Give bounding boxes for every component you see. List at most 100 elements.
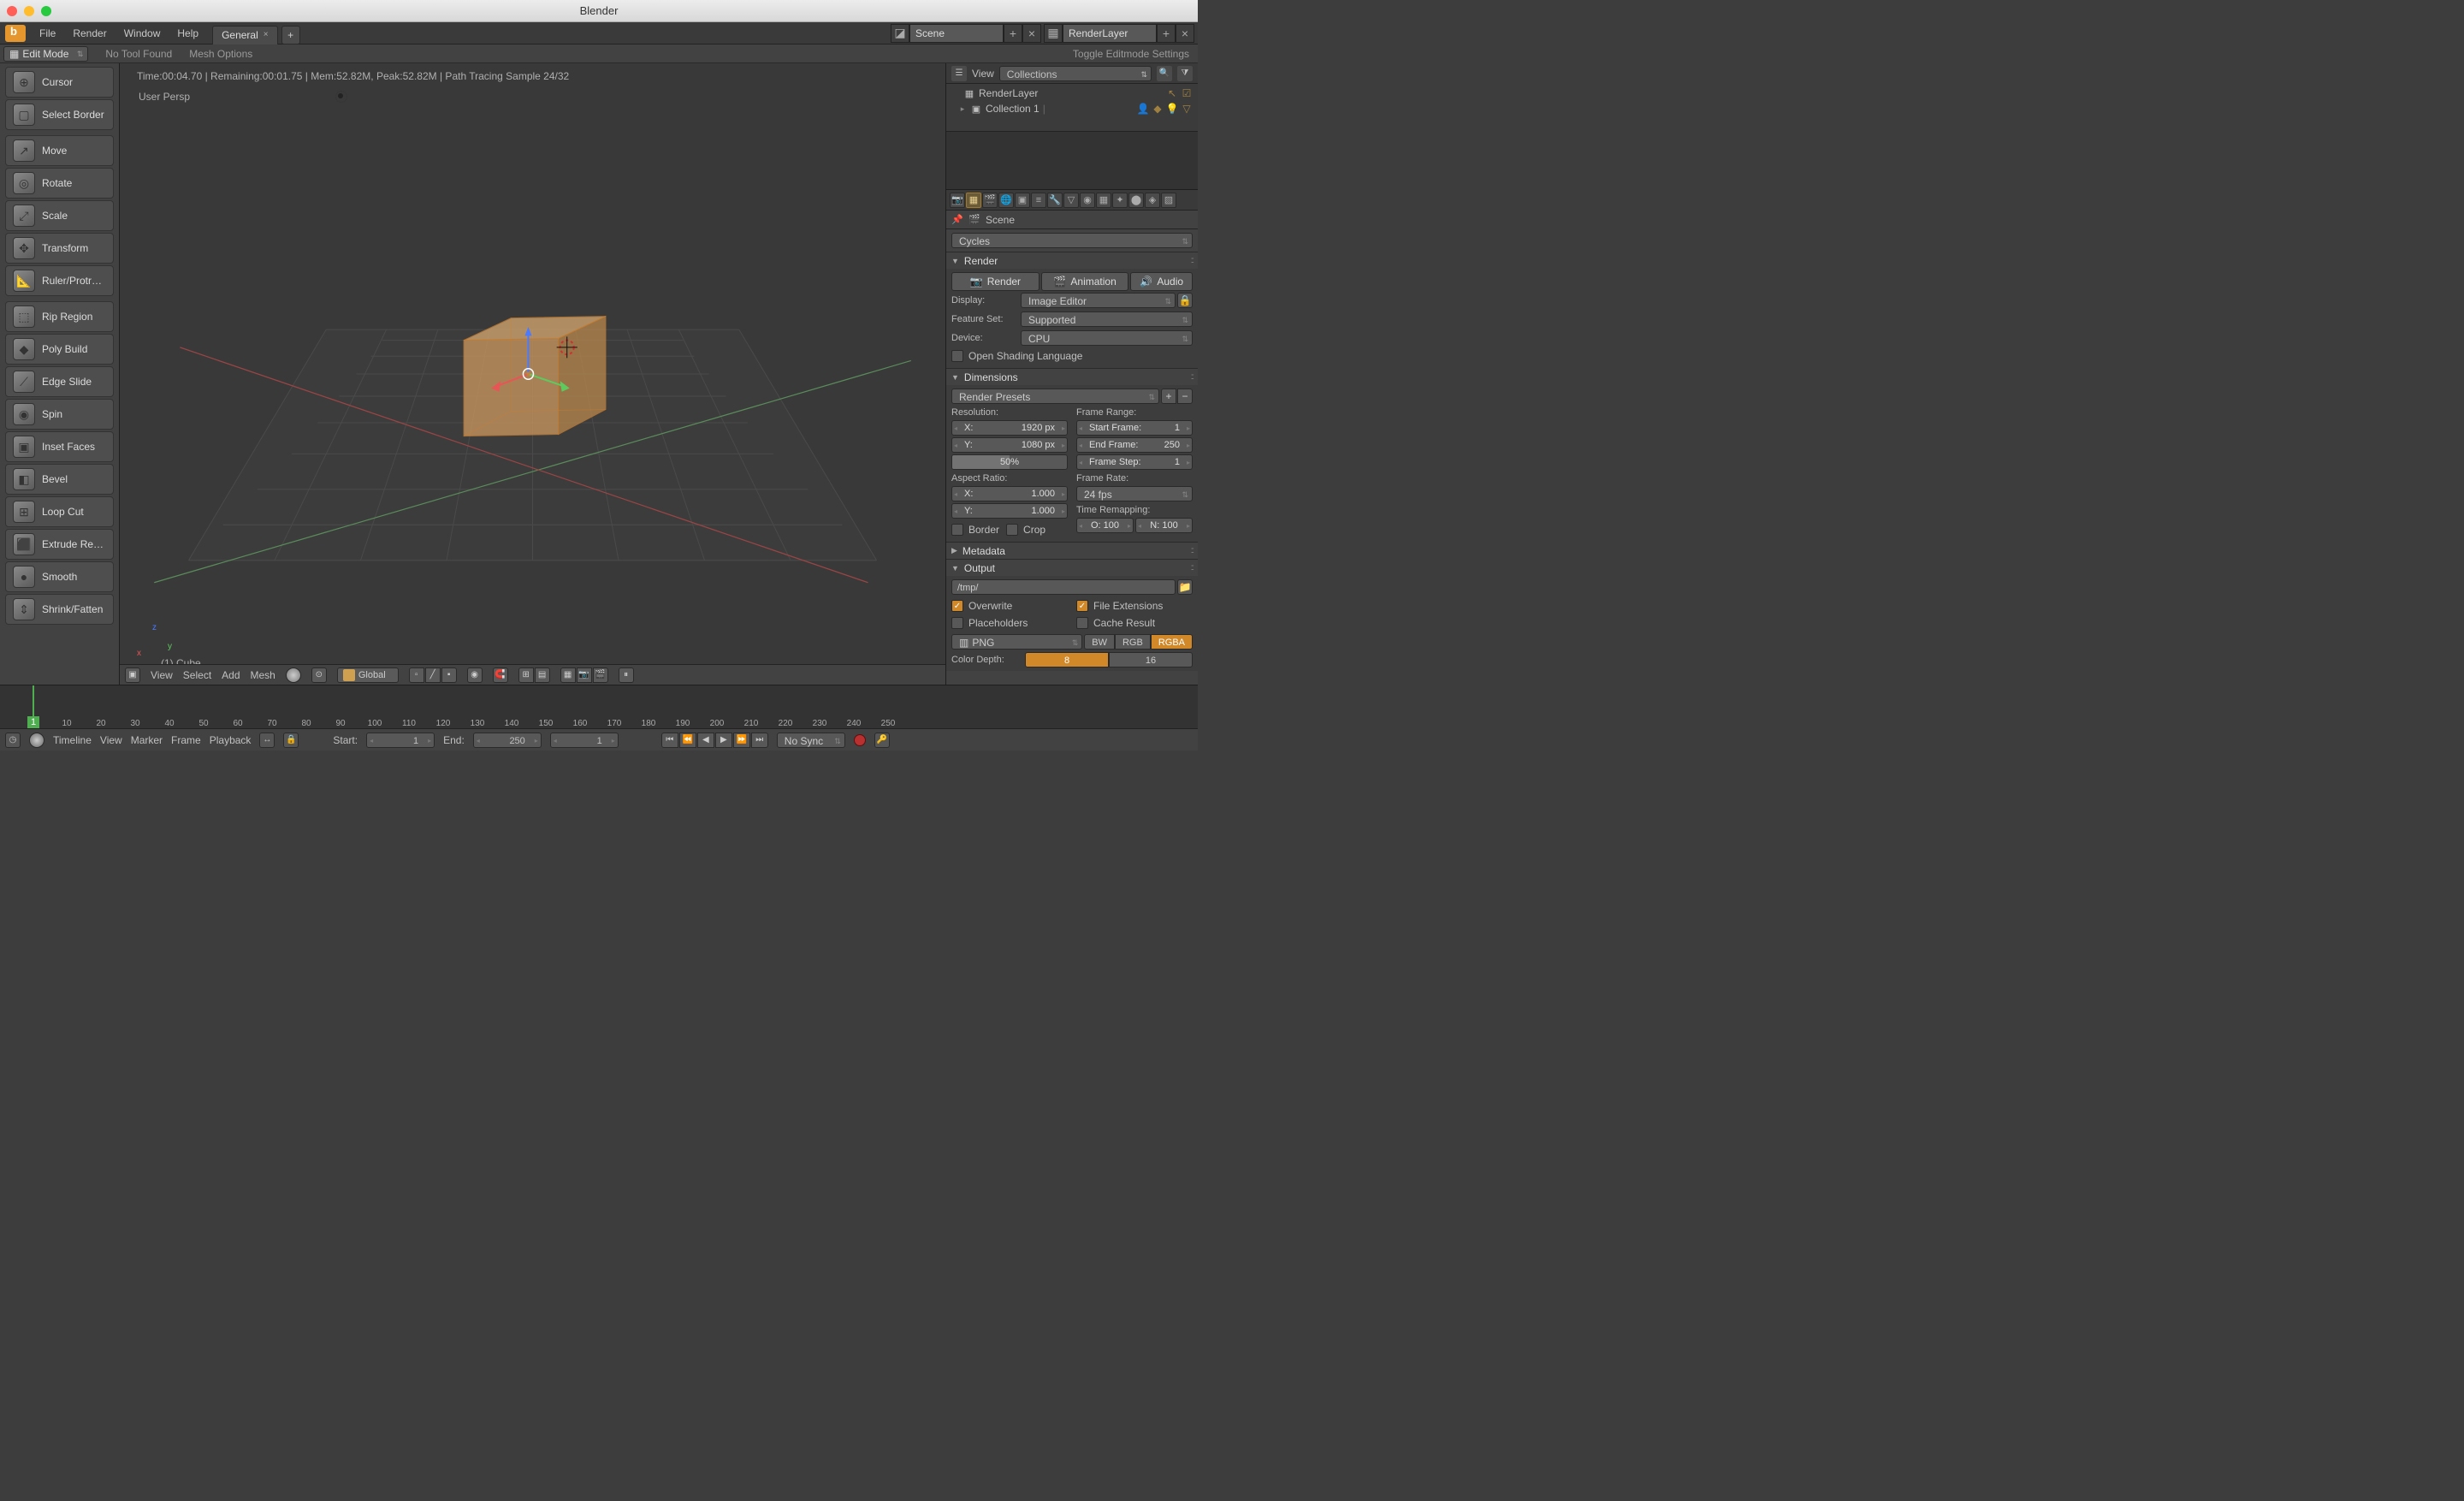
timeline-ruler[interactable]: 1 10203040506070809010011012013014015016… [0, 685, 1198, 728]
current-frame-field[interactable]: 1 [550, 733, 619, 748]
timeline-sphere-icon[interactable] [29, 733, 44, 748]
tool-transform[interactable]: ✥Transform [5, 233, 114, 264]
rgb-button[interactable]: RGB [1115, 634, 1151, 650]
tool-extrude-region[interactable]: ⬛Extrude Region [5, 529, 114, 560]
play-reverse-button[interactable]: ◀ [697, 733, 714, 748]
jump-start-button[interactable]: ⏮ [661, 733, 678, 748]
tl-menu-frame[interactable]: Frame [171, 734, 201, 746]
tool-ruler-protrac[interactable]: 📐Ruler/Protrac... [5, 265, 114, 296]
res-y-field[interactable]: Y:1080 px [951, 437, 1068, 453]
tool-rotate[interactable]: ◎Rotate [5, 168, 114, 199]
tl-menu-playback[interactable]: Playback [210, 734, 252, 746]
current-frame-flag[interactable]: 1 [27, 716, 39, 728]
tab-modifiers-icon[interactable]: 🔧 [1047, 193, 1063, 208]
folder-browse-icon[interactable]: 📁 [1177, 579, 1193, 595]
restrict-toggle-icon[interactable]: ☑ [1181, 87, 1193, 99]
scene-add-button[interactable]: + [1004, 24, 1022, 43]
placeholders-checkbox[interactable] [951, 617, 963, 629]
panel-output-header[interactable]: ▼Output::: [946, 559, 1198, 576]
timeline-editor-icon[interactable]: ◷ [5, 733, 21, 748]
mesh-options-menu[interactable]: Mesh Options [189, 48, 252, 60]
scene-browse-icon[interactable]: ◪ [891, 24, 909, 43]
scene-selector[interactable]: ◪ Scene + × [891, 24, 1041, 43]
tab-world-icon[interactable]: 🌐 [998, 193, 1014, 208]
panel-dimensions-header[interactable]: ▼Dimensions::: [946, 368, 1198, 385]
visibility-icon[interactable]: 👤 [1137, 103, 1149, 115]
aspect-x-field[interactable]: X:1.000 [951, 486, 1068, 501]
tab-material-icon[interactable]: ◉ [1080, 193, 1095, 208]
layer-delete-button[interactable]: × [1176, 24, 1194, 43]
outliner-row-renderlayer[interactable]: ▦ RenderLayer ↖☑ [950, 86, 1194, 101]
sync-dropdown[interactable]: No Sync [777, 733, 845, 748]
tab-renderlayers-icon[interactable]: ▦ [966, 193, 981, 208]
pause-icon[interactable]: ⏸ [619, 667, 634, 683]
pin-icon[interactable]: 📌 [951, 214, 963, 226]
tool-smooth[interactable]: ●Smooth [5, 561, 114, 592]
cache-checkbox[interactable] [1076, 617, 1088, 629]
tab-particles-icon[interactable]: ✦ [1112, 193, 1128, 208]
keyframe-next-button[interactable]: ⏩ [733, 733, 750, 748]
tool-rip-region[interactable]: ⬚Rip Region [5, 301, 114, 332]
jump-end-button[interactable]: ⏭ [751, 733, 768, 748]
bw-button[interactable]: BW [1084, 634, 1115, 650]
device-dropdown[interactable]: CPU [1021, 330, 1193, 346]
render-engine-dropdown[interactable]: Cycles [951, 233, 1193, 248]
frame-step-field[interactable]: Frame Step:1 [1076, 454, 1193, 470]
viewport-visible-icon[interactable]: 💡 [1166, 103, 1178, 115]
window-minimize-button[interactable] [24, 6, 34, 16]
3d-viewport[interactable]: Time:00:04.70 | Remaining:00:01.75 | Mem… [120, 63, 945, 685]
tool-select-border[interactable]: ▢Select Border [5, 99, 114, 130]
toggle-editmode-settings[interactable]: Toggle Editmode Settings [1073, 48, 1198, 60]
window-close-button[interactable] [7, 6, 17, 16]
play-button[interactable]: ▶ [715, 733, 732, 748]
outliner-editor-icon[interactable]: ☰ [951, 66, 967, 81]
tool-move[interactable]: ↗Move [5, 135, 114, 166]
menu-render[interactable]: Render [64, 22, 115, 44]
render-visible-icon[interactable]: ▽ [1181, 103, 1193, 115]
mode-dropdown[interactable]: ▦Edit Mode [3, 46, 88, 62]
vertex-select-icon[interactable]: ▫ [409, 667, 424, 683]
remap-new-field[interactable]: N: 100 [1135, 518, 1193, 533]
crop-checkbox[interactable] [1006, 524, 1018, 536]
display-dropdown[interactable]: Image Editor [1021, 293, 1176, 308]
render-icon[interactable]: 🎬 [593, 667, 608, 683]
tl-menu-view[interactable]: View [100, 734, 122, 746]
start-frame-field[interactable]: 1 [366, 733, 435, 748]
tool-bevel[interactable]: ◧Bevel [5, 464, 114, 495]
keyframe-prev-button[interactable]: ⏪ [679, 733, 696, 748]
tool-shrink-fatten[interactable]: ⇕Shrink/Fatten [5, 594, 114, 625]
layer-icon[interactable]: ▦ [560, 667, 576, 683]
layer-browse-icon[interactable]: ▦ [1044, 24, 1063, 43]
tool-scale[interactable]: ⤢Scale [5, 200, 114, 231]
layer-add-button[interactable]: + [1157, 24, 1176, 43]
tab-constraints-icon[interactable]: ≡ [1031, 193, 1046, 208]
selectable-icon[interactable]: ◆ [1152, 103, 1164, 115]
start-frame-field[interactable]: Start Frame:1 [1076, 420, 1193, 436]
lock-range-icon[interactable]: 🔒 [283, 733, 299, 748]
overlay-toggle-icon[interactable]: ⊞ [518, 667, 534, 683]
res-percent-slider[interactable]: 50% [951, 454, 1068, 470]
end-frame-field[interactable]: 250 [473, 733, 542, 748]
render-button[interactable]: 📷Render [951, 272, 1040, 291]
menu-window[interactable]: Window [116, 22, 169, 44]
mesh-select-mode[interactable]: ▫ ╱ ▪ [409, 667, 457, 683]
menu-file[interactable]: File [31, 22, 64, 44]
rgba-button[interactable]: RGBA [1151, 634, 1193, 650]
overwrite-checkbox[interactable]: ✓ [951, 600, 963, 612]
tab-texture-icon[interactable]: ▦ [1096, 193, 1111, 208]
outliner-row-collection[interactable]: ▸▣ Collection 1 | 👤 ◆ 💡 ▽ [950, 101, 1194, 116]
proportional-edit-icon[interactable]: ◉ [467, 667, 483, 683]
cursor-icon[interactable]: ↖ [1166, 87, 1178, 99]
tool-inset-faces[interactable]: ▣Inset Faces [5, 431, 114, 462]
render-presets-dropdown[interactable]: Render Presets [951, 389, 1159, 404]
shading-sphere-icon[interactable] [286, 667, 301, 683]
tool-loop-cut[interactable]: ⊞Loop Cut [5, 496, 114, 527]
face-select-icon[interactable]: ▪ [441, 667, 457, 683]
tool-spin[interactable]: ◉Spin [5, 399, 114, 430]
camera-icon[interactable]: 📷 [577, 667, 592, 683]
end-frame-field[interactable]: End Frame:250 [1076, 437, 1193, 453]
outliner-filter-icon[interactable]: ⧩ [1177, 66, 1193, 81]
frame-rate-dropdown[interactable]: 24 fps [1076, 486, 1193, 501]
transform-orientation[interactable]: Global [337, 667, 399, 683]
preset-remove-button[interactable]: − [1177, 389, 1193, 404]
